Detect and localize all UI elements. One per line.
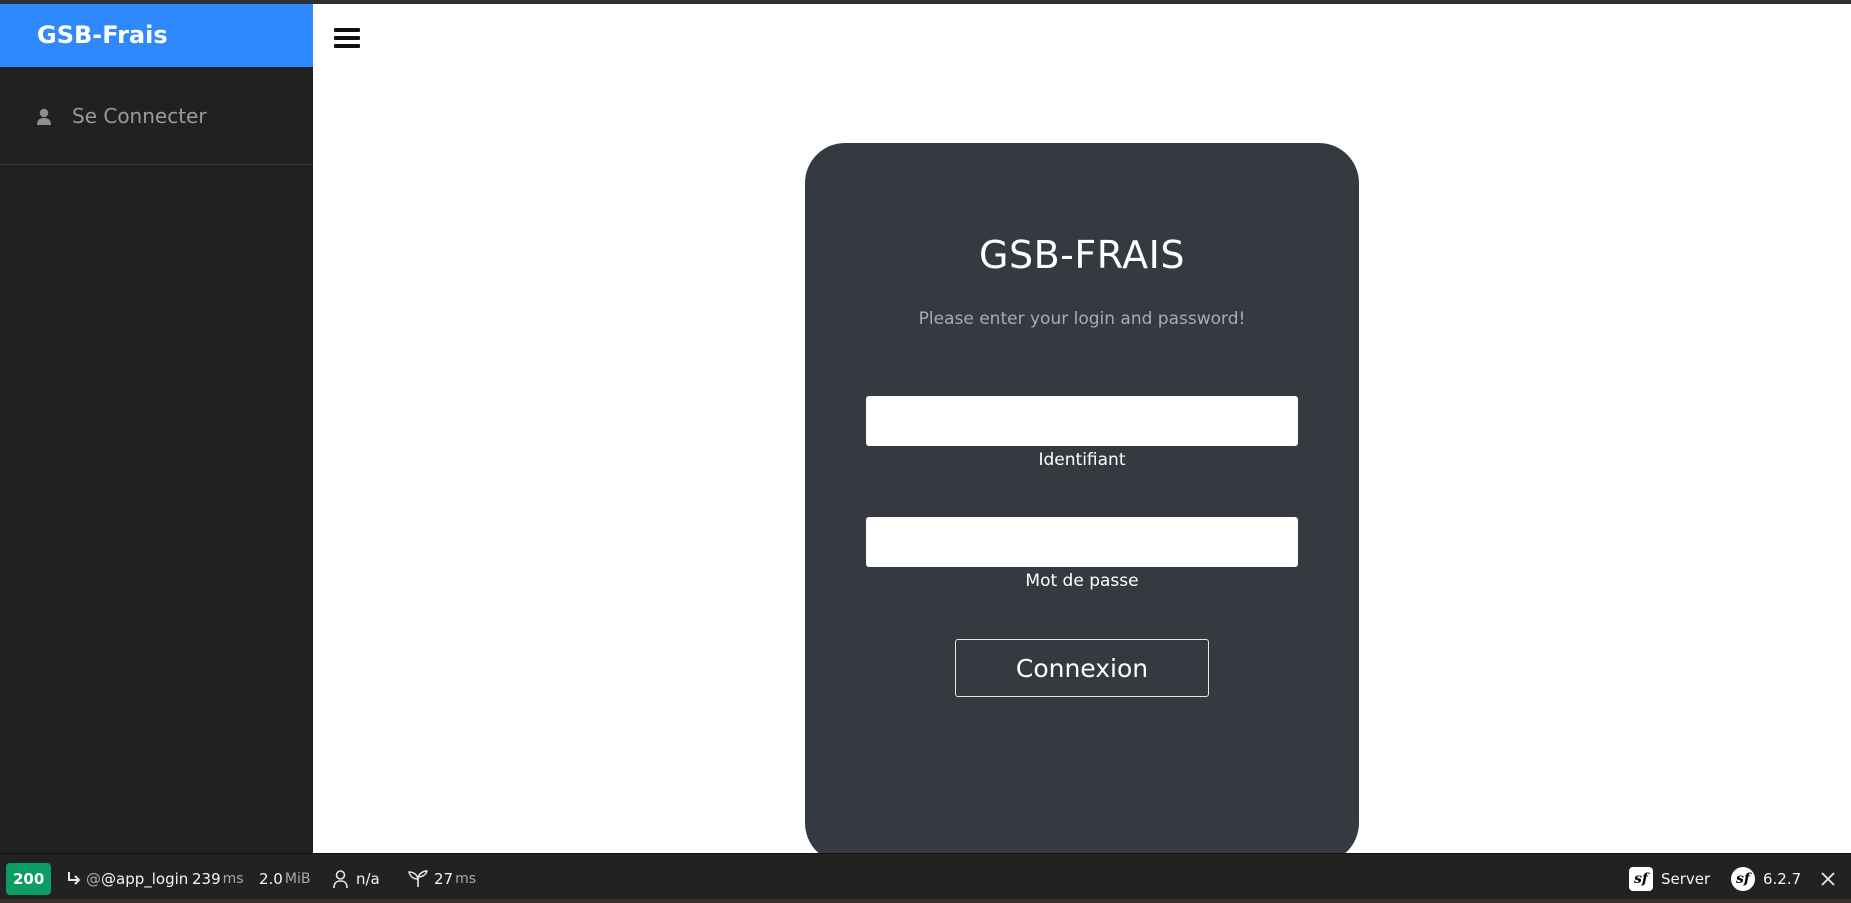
username-label: Identifiant bbox=[1038, 450, 1126, 470]
login-button[interactable]: Connexion bbox=[955, 639, 1209, 697]
route-name: @app_login bbox=[101, 870, 189, 888]
sidebar-item-label: Se Connecter bbox=[72, 103, 207, 128]
sidebar: GSB-Frais Se Connecter bbox=[0, 4, 313, 853]
memory-item[interactable]: 2.0 MiB bbox=[259, 854, 310, 903]
password-input[interactable] bbox=[866, 517, 1298, 567]
person-icon bbox=[333, 869, 348, 889]
page: GSB-Frais Se Connecter GSB-FRAIS Please … bbox=[0, 0, 1851, 903]
redirect-arrow-icon bbox=[66, 871, 82, 887]
leaf-icon bbox=[408, 870, 428, 888]
twig-item[interactable]: 27 ms bbox=[408, 854, 476, 903]
twig-time-unit: ms bbox=[455, 871, 477, 887]
hamburger-menu-icon[interactable] bbox=[334, 28, 360, 52]
time-unit: ms bbox=[222, 871, 244, 887]
symfony-logo-icon: sf bbox=[1629, 867, 1653, 891]
server-label: Server bbox=[1661, 870, 1711, 888]
memory-value: 2.0 bbox=[259, 870, 283, 888]
close-toolbar-button[interactable] bbox=[1820, 854, 1836, 903]
time-value: 239 bbox=[192, 870, 221, 888]
status-badge: 200 bbox=[6, 863, 52, 895]
server-item[interactable]: sf Server bbox=[1629, 854, 1710, 903]
route-item[interactable]: @ @app_login bbox=[66, 854, 188, 903]
time-item[interactable]: 239 ms bbox=[192, 854, 244, 903]
password-label: Mot de passe bbox=[1025, 571, 1139, 591]
brand-logo[interactable]: GSB-Frais bbox=[0, 4, 313, 67]
symfony-version-item[interactable]: sf 6.2.7 bbox=[1731, 854, 1801, 903]
symfony-version: 6.2.7 bbox=[1763, 870, 1802, 888]
debug-toolbar: 200 @ @app_login 239 ms 2.0 MiB n/a 27 m… bbox=[0, 853, 1851, 903]
symfony-round-logo-icon: sf bbox=[1731, 867, 1755, 891]
username-input[interactable] bbox=[866, 396, 1298, 446]
user-value: n/a bbox=[356, 870, 380, 888]
status-code-item[interactable]: 200 bbox=[6, 854, 52, 903]
login-card: GSB-FRAIS Please enter your login and pa… bbox=[805, 143, 1359, 863]
window-bottom-border bbox=[0, 899, 1851, 903]
memory-unit: MiB bbox=[284, 871, 311, 887]
sidebar-item-se-connecter[interactable]: Se Connecter bbox=[0, 67, 313, 165]
close-icon bbox=[1820, 871, 1836, 887]
login-subtitle: Please enter your login and password! bbox=[918, 309, 1246, 329]
user-icon bbox=[36, 107, 52, 125]
login-title: GSB-FRAIS bbox=[979, 233, 1185, 277]
user-item[interactable]: n/a bbox=[333, 854, 380, 903]
twig-time-value: 27 bbox=[434, 870, 454, 888]
